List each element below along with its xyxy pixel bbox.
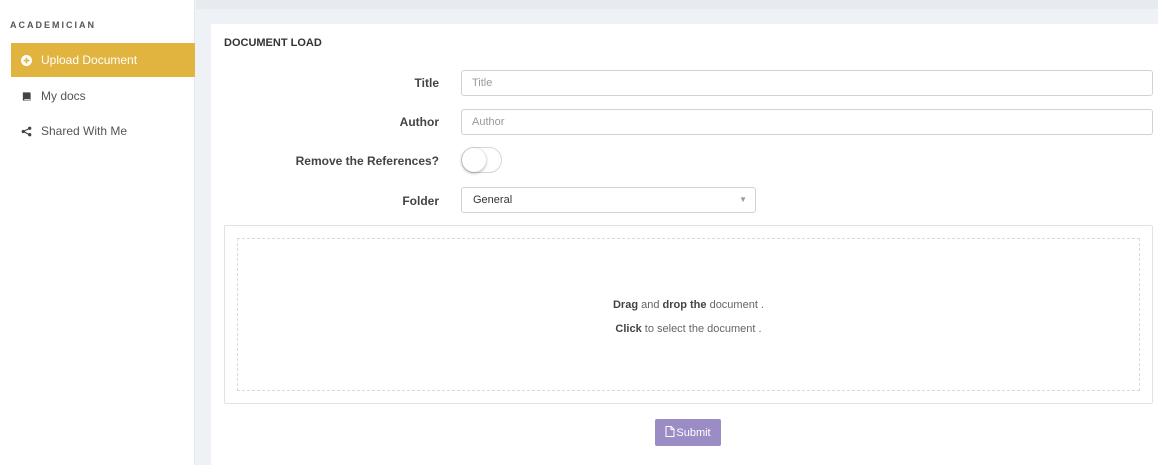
sidebar-item-label: Shared With Me <box>41 124 128 138</box>
sidebar-item-shared-with-me[interactable]: Shared With Me <box>11 114 195 148</box>
panel-title: DOCUMENT LOAD <box>224 37 322 49</box>
title-input[interactable] <box>461 70 1153 96</box>
sidebar-item-my-docs[interactable]: My docs <box>11 79 195 113</box>
plus-circle-icon <box>19 53 33 67</box>
folder-label: Folder <box>402 194 439 208</box>
file-icon <box>665 425 676 440</box>
chevron-down-icon: ▼ <box>739 195 747 204</box>
dropzone-line-click: Click to select the document . <box>615 323 762 335</box>
folder-select[interactable]: General ▼ <box>461 187 756 213</box>
author-label: Author <box>399 115 439 129</box>
folder-selected-value: General <box>473 194 513 206</box>
toggle-knob <box>462 148 486 172</box>
remove-references-toggle[interactable] <box>461 147 502 173</box>
brand-label: ACADEMICIAN <box>10 20 96 30</box>
sidebar-item-label: My docs <box>41 89 86 103</box>
book-icon <box>19 89 33 103</box>
dropzone[interactable]: Drag and drop the document . Click to se… <box>237 238 1140 391</box>
sidebar: ACADEMICIAN Upload Document My docs Shar… <box>0 0 195 465</box>
top-bar <box>196 0 1158 9</box>
dropzone-line-drag: Drag and drop the document . <box>612 299 764 311</box>
author-input[interactable] <box>461 109 1153 135</box>
sidebar-item-label: Upload Document <box>41 53 138 67</box>
title-label: Title <box>414 76 439 90</box>
dropzone-container: Drag and drop the document . Click to se… <box>224 225 1153 404</box>
submit-button[interactable]: Submit <box>655 419 721 446</box>
share-icon <box>19 124 33 138</box>
remove-references-label: Remove the References? <box>295 154 439 168</box>
submit-label: Submit <box>676 426 711 439</box>
sidebar-item-upload-document[interactable]: Upload Document <box>11 43 195 77</box>
document-load-panel: DOCUMENT LOAD Title Author Remove the Re… <box>211 24 1158 465</box>
